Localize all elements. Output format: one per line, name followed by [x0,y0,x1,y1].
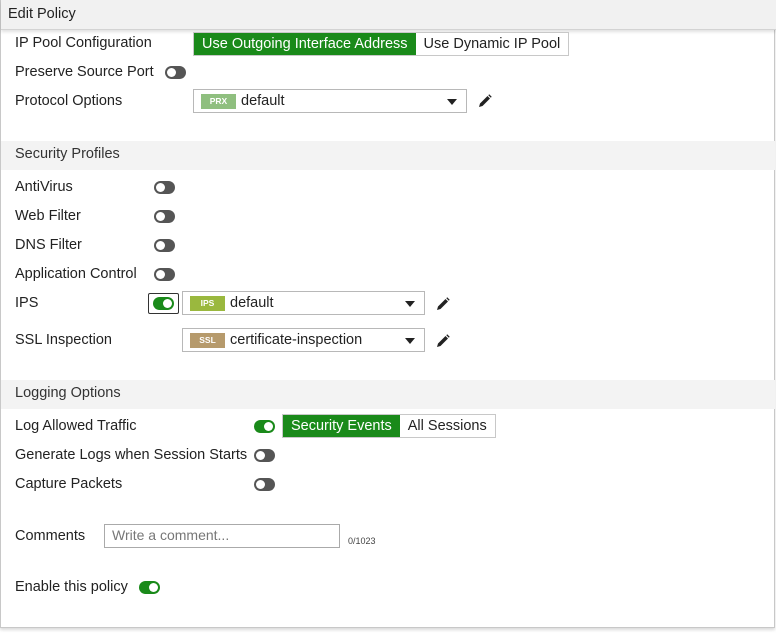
ips-toggle-focus-frame [148,293,179,314]
protocol-options-select[interactable]: PRX default [193,89,467,113]
protocol-options-label: Protocol Options [15,93,123,109]
security-profiles-header: Security Profiles [1,141,775,170]
ip-pool-option-outgoing[interactable]: Use Outgoing Interface Address [194,33,416,55]
edit-policy-dialog: Edit Policy IP Pool Configuration Use Ou… [0,0,776,628]
ssl-inspection-label: SSL Inspection [15,332,112,348]
edit-pencil-icon[interactable] [436,297,450,311]
web-filter-toggle[interactable] [154,210,175,223]
log-option-all-sessions[interactable]: All Sessions [399,415,495,437]
logging-options-header: Logging Options [1,380,775,409]
ip-pool-option-dynamic[interactable]: Use Dynamic IP Pool [415,33,569,55]
protocol-options-value: default [241,93,285,109]
edit-pencil-icon[interactable] [436,334,450,348]
log-allowed-traffic-segmented: Security Events All Sessions [282,414,496,438]
dialog-title: Edit Policy [8,6,76,22]
log-option-security-events[interactable]: Security Events [283,415,400,437]
application-control-label: Application Control [15,266,137,282]
ssl-badge: SSL [190,333,225,348]
enable-policy-toggle[interactable] [139,581,160,594]
log-allowed-traffic-toggle[interactable] [254,420,275,433]
comments-textarea[interactable] [104,524,340,548]
ssl-inspection-value: certificate-inspection [230,332,363,348]
capture-packets-label: Capture Packets [15,476,123,492]
dns-filter-toggle[interactable] [154,239,175,252]
enable-policy-label: Enable this policy [15,579,128,595]
log-allowed-traffic-label: Log Allowed Traffic [15,418,137,434]
comments-label: Comments [15,528,86,544]
capture-packets-toggle[interactable] [254,478,275,491]
antivirus-toggle[interactable] [154,181,175,194]
chevron-down-icon [405,301,415,307]
chevron-down-icon [447,99,457,105]
security-profiles-title: Security Profiles [15,146,120,162]
dns-filter-label: DNS Filter [15,237,82,253]
ip-pool-label: IP Pool Configuration [15,35,152,51]
ip-pool-segmented: Use Outgoing Interface Address Use Dynam… [193,32,570,56]
logging-options-title: Logging Options [15,385,121,401]
ssl-inspection-select[interactable]: SSL certificate-inspection [182,328,425,352]
prx-badge: PRX [201,94,236,109]
preserve-source-port-toggle[interactable] [165,66,186,79]
chevron-down-icon [405,338,415,344]
comment-char-counter: 0/1023 [348,536,376,546]
ips-badge: IPS [190,296,225,311]
web-filter-label: Web Filter [15,208,81,224]
preserve-source-port-label: Preserve Source Port [15,64,154,80]
antivirus-label: AntiVirus [15,179,73,195]
ips-label: IPS [15,295,39,311]
edit-pencil-icon[interactable] [478,94,492,108]
dialog-titlebar: Edit Policy [1,0,776,30]
ips-toggle[interactable] [153,297,174,310]
application-control-toggle[interactable] [154,268,175,281]
ips-profile-select[interactable]: IPS default [182,291,425,315]
ips-profile-value: default [230,295,274,311]
generate-logs-toggle[interactable] [254,449,275,462]
generate-logs-label: Generate Logs when Session Starts [15,447,248,463]
